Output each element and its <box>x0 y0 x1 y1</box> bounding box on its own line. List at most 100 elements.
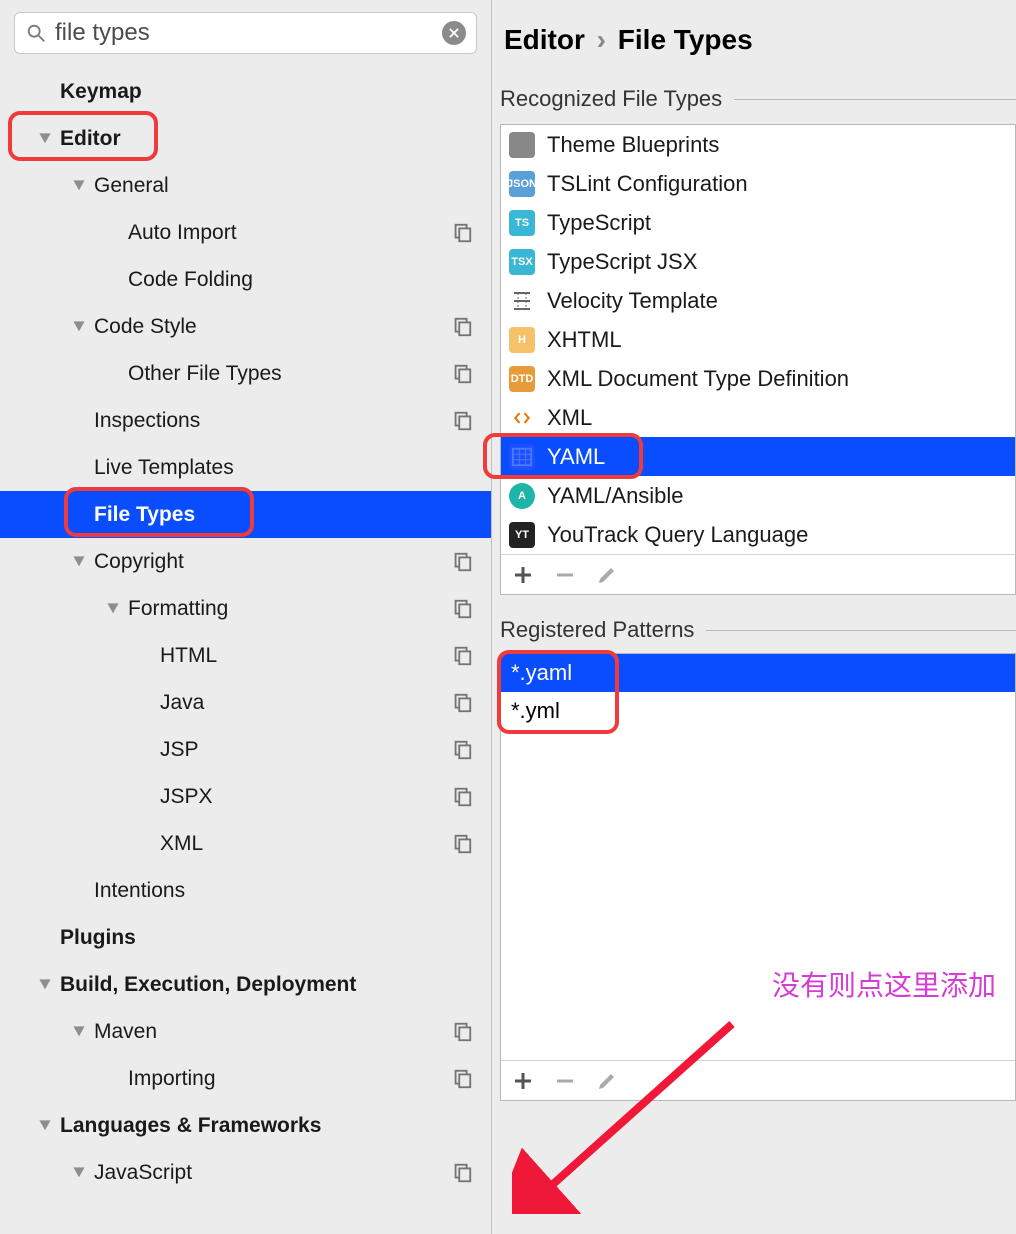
expand-icon[interactable] <box>72 1025 86 1039</box>
filetype-row[interactable]: YAML <box>501 437 1015 476</box>
filetype-row[interactable]: JSON TSLint Configuration <box>501 164 1015 203</box>
filetypes-list-container: Theme Blueprints JSON TSLint Configuration… <box>500 124 1016 595</box>
filetype-row[interactable]: TSTypeScript <box>501 203 1015 242</box>
expand-icon[interactable] <box>106 602 120 616</box>
tree-item[interactable]: Code Folding <box>0 256 491 303</box>
settings-search-box[interactable] <box>14 12 477 54</box>
tree-item-label: Auto Import <box>128 221 237 245</box>
filetype-row[interactable]: HXHTML <box>501 320 1015 359</box>
filetype-icon <box>509 444 535 470</box>
remove-pattern-button[interactable] <box>553 1069 577 1093</box>
tree-item-label: Copyright <box>94 550 184 574</box>
filetype-icon <box>509 405 535 431</box>
tree-item-label: File Types <box>94 503 195 527</box>
tree-item[interactable]: Java <box>0 679 491 726</box>
tree-item[interactable]: Keymap <box>0 68 491 115</box>
tree-item-label: Formatting <box>128 597 228 621</box>
clear-search-icon[interactable] <box>442 21 466 45</box>
expand-icon[interactable] <box>72 1166 86 1180</box>
pattern-row[interactable]: *.yaml <box>501 654 1015 692</box>
filetype-name: XML Document Type Definition <box>547 366 849 392</box>
expand-icon[interactable] <box>72 555 86 569</box>
filetype-row[interactable]: Theme Blueprints <box>501 125 1015 164</box>
filetype-row[interactable]: DTD XML Document Type Definition <box>501 359 1015 398</box>
expand-icon[interactable] <box>72 179 86 193</box>
tree-item[interactable]: File Types <box>0 491 491 538</box>
edit-pattern-button[interactable] <box>595 1069 619 1093</box>
tree-item-label: Keymap <box>60 80 142 104</box>
scope-icon <box>451 551 473 573</box>
filetype-icon: YT <box>509 522 535 548</box>
tree-item-label: Maven <box>94 1020 157 1044</box>
tree-item-label: Languages & Frameworks <box>60 1114 321 1138</box>
filetype-name: TypeScript JSX <box>547 249 697 275</box>
add-filetype-button[interactable] <box>511 563 535 587</box>
breadcrumb-page: File Types <box>618 24 753 55</box>
scope-icon <box>451 410 473 432</box>
expand-icon[interactable] <box>38 132 52 146</box>
filetype-name: Velocity Template <box>547 288 718 314</box>
tree-item[interactable]: Intentions <box>0 867 491 914</box>
edit-filetype-button[interactable] <box>595 563 619 587</box>
filetype-row[interactable]: YTYouTrack Query Language <box>501 515 1015 554</box>
pattern-row[interactable]: *.yml <box>501 692 1015 730</box>
tree-item[interactable]: Editor <box>0 115 491 162</box>
scope-icon <box>451 786 473 808</box>
tree-item[interactable]: Live Templates <box>0 444 491 491</box>
scope-icon <box>451 363 473 385</box>
scope-icon <box>451 222 473 244</box>
filetype-icon: JSON <box>509 171 535 197</box>
filetype-icon <box>509 132 535 158</box>
section-title-filetypes: Recognized File Types <box>500 86 1016 112</box>
tree-item-label: JSPX <box>160 785 213 809</box>
tree-item[interactable]: Inspections <box>0 397 491 444</box>
filetype-row[interactable]: XML <box>501 398 1015 437</box>
expand-icon[interactable] <box>38 1119 52 1133</box>
tree-item[interactable]: Plugins <box>0 914 491 961</box>
tree-item[interactable]: Code Style <box>0 303 491 350</box>
filetype-icon: DTD <box>509 366 535 392</box>
tree-item[interactable]: Languages & Frameworks <box>0 1102 491 1149</box>
scope-icon <box>451 833 473 855</box>
tree-item[interactable]: JSP <box>0 726 491 773</box>
tree-item[interactable]: JavaScript <box>0 1149 491 1196</box>
tree-item-label: Code Style <box>94 315 197 339</box>
filetype-name: TSLint Configuration <box>547 171 748 197</box>
tree-item[interactable]: Auto Import <box>0 209 491 256</box>
add-pattern-button[interactable] <box>511 1069 535 1093</box>
tree-item[interactable]: Other File Types <box>0 350 491 397</box>
tree-item[interactable]: HTML <box>0 632 491 679</box>
search-input[interactable] <box>55 19 442 47</box>
tree-item-label: Live Templates <box>94 456 234 480</box>
tree-item[interactable]: General <box>0 162 491 209</box>
filetypes-list[interactable]: Theme Blueprints JSON TSLint Configuration… <box>501 125 1015 554</box>
filetype-name: YAML <box>547 444 605 470</box>
filetype-name: XML <box>547 405 592 431</box>
expand-icon[interactable] <box>38 978 52 992</box>
scope-icon <box>451 739 473 761</box>
expand-icon[interactable] <box>72 320 86 334</box>
filetype-name: Theme Blueprints <box>547 132 719 158</box>
tree-item-label: Plugins <box>60 926 136 950</box>
filetype-name: YAML/Ansible <box>547 483 684 509</box>
scope-icon <box>451 692 473 714</box>
filetype-row[interactable]: AYAML/Ansible <box>501 476 1015 515</box>
tree-item[interactable]: Build, Execution, Deployment <box>0 961 491 1008</box>
tree-item[interactable]: Importing <box>0 1055 491 1102</box>
scope-icon <box>451 316 473 338</box>
chevron-right-icon: › <box>589 24 614 55</box>
filetype-row[interactable]: Velocity Template <box>501 281 1015 320</box>
tree-item[interactable]: Copyright <box>0 538 491 585</box>
tree-item[interactable]: JSPX <box>0 773 491 820</box>
tree-item-label: JSP <box>160 738 199 762</box>
tree-item[interactable]: Maven <box>0 1008 491 1055</box>
filetype-icon: TS <box>509 210 535 236</box>
tree-item[interactable]: XML <box>0 820 491 867</box>
remove-filetype-button[interactable] <box>553 563 577 587</box>
tree-item-label: Build, Execution, Deployment <box>60 973 356 997</box>
tree-item[interactable]: Formatting <box>0 585 491 632</box>
search-icon <box>25 22 47 44</box>
filetype-row[interactable]: TSXTypeScript JSX <box>501 242 1015 281</box>
breadcrumb: Editor › File Types <box>500 24 1016 56</box>
settings-tree[interactable]: Keymap EditorGeneral Auto Import Code Foldi… <box>0 62 491 1234</box>
